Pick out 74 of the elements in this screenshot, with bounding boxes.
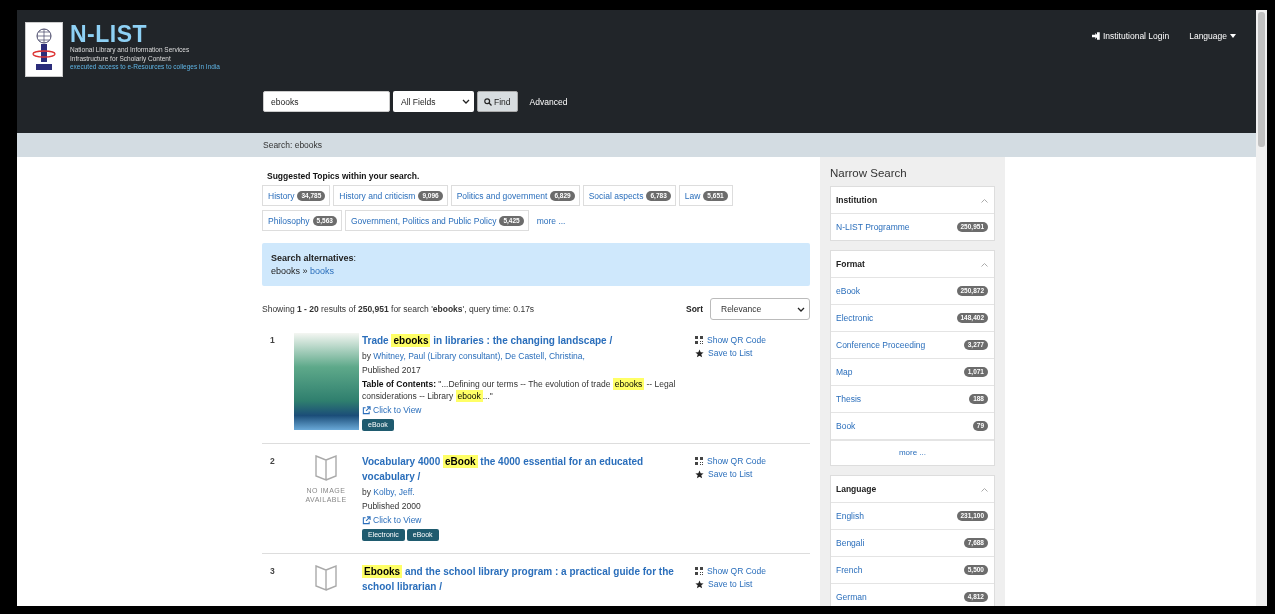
show-qr-code-link[interactable]: Show QR Code	[695, 565, 767, 577]
author-line: by Kolby, Jeff.	[362, 486, 416, 498]
external-link-icon	[362, 405, 371, 415]
caret-up-icon[interactable]	[981, 197, 988, 203]
language-menu[interactable]: Language	[1189, 31, 1236, 41]
star-icon	[695, 579, 704, 589]
site-logo-title: N-LIST	[70, 22, 149, 46]
caret-up-icon[interactable]	[981, 261, 988, 267]
more-link[interactable]: more ...	[831, 440, 994, 465]
save-to-list-link[interactable]: Save to List	[695, 468, 753, 480]
external-link-icon	[362, 515, 371, 525]
result-number: 2	[269, 455, 276, 468]
show-qr-code-link[interactable]: Show QR Code	[695, 455, 767, 467]
facet-link[interactable]: German	[836, 592, 867, 602]
published-year: Published 2000	[362, 500, 422, 512]
facet-title: Format	[836, 259, 865, 269]
search-field[interactable]: ebooks	[263, 91, 390, 112]
result-number: 1	[269, 334, 276, 347]
author-line: by Whitney, Paul (Library consultant), De Castell, Christina,	[362, 350, 586, 362]
no-image-book-icon	[313, 454, 339, 482]
sort-label: Sort	[686, 304, 703, 314]
result-title-link[interactable]: Trade ebooks in libraries : the changing landscape /	[362, 333, 695, 348]
author-link[interactable]: De Castell, Christina,	[505, 351, 585, 361]
chevron-down-icon	[462, 99, 470, 104]
facet-link[interactable]: Book	[836, 421, 856, 431]
search-alternatives-heading: Search alternatives:	[271, 253, 358, 263]
author-link[interactable]: Whitney, Paul (Library consultant),	[373, 351, 503, 361]
facet-link[interactable]: Electronic	[836, 313, 874, 323]
save-to-list-link[interactable]: Save to List	[695, 578, 753, 590]
click-to-view-link[interactable]: Click to View	[362, 404, 422, 416]
qr-code-icon	[695, 336, 703, 344]
facet-link[interactable]: Thesis	[836, 394, 862, 404]
qr-code-icon	[695, 567, 703, 575]
sort-dropdown[interactable]: Relevance	[710, 298, 810, 320]
facet-link[interactable]: eBook	[836, 286, 861, 296]
author-link[interactable]: Kolby, Jeff.	[373, 487, 415, 497]
chevron-down-icon	[797, 306, 805, 312]
published-year: Published 2017	[362, 364, 422, 376]
breadcrumb: Search: ebooks	[263, 140, 323, 150]
result-title-link[interactable]: Vocabulary 4000 eBook the 4000 essential for an educated vocabulary /	[362, 454, 695, 484]
star-icon	[695, 348, 704, 358]
star-icon	[695, 469, 704, 479]
facet-link[interactable]: N-LIST Programme	[836, 222, 910, 232]
sign-in-icon	[1092, 32, 1100, 40]
caret-up-icon[interactable]	[981, 486, 988, 492]
facet-title: Language	[836, 484, 877, 494]
facet-link[interactable]: French	[836, 565, 863, 575]
find-button[interactable]: Find	[477, 91, 518, 112]
original-query: ebooks »	[271, 266, 308, 276]
facet-link[interactable]: Bengali	[836, 538, 865, 548]
suggested-topics-heading: Suggested Topics within your search.	[267, 171, 421, 181]
show-qr-code-link[interactable]: Show QR Code	[695, 334, 767, 346]
search-type-dropdown[interactable]: All Fields	[393, 91, 474, 112]
facet-link[interactable]: Conference Proceeding	[836, 340, 926, 350]
facet-link[interactable]: English	[836, 511, 864, 521]
facet-title: Institution	[836, 195, 878, 205]
save-to-list-link[interactable]: Save to List	[695, 347, 753, 359]
no-image-book-icon	[313, 564, 339, 592]
advanced-search-link[interactable]: Advanced	[529, 96, 568, 107]
alternative-query-link[interactable]: books	[310, 266, 335, 276]
sidebar-heading: Narrow Search	[830, 167, 908, 179]
result-title-link[interactable]: Ebooks and the school library program : a practical guide for the school librarian /	[362, 564, 695, 594]
institutional-login-link[interactable]: Institutional Login	[1092, 31, 1170, 41]
facet-link[interactable]: Map	[836, 367, 853, 377]
search-icon	[484, 97, 492, 106]
click-to-view-link[interactable]: Click to View	[362, 514, 422, 526]
more-topics-link[interactable]: more ...	[536, 215, 566, 226]
result-number: 3	[269, 565, 276, 578]
caret-down-icon	[1230, 34, 1236, 38]
globe-tower-drawing	[31, 26, 57, 73]
results-summary: Showing 1 - 20 results of 250,951 for search 'ebooks', query time: 0.17s	[262, 304, 535, 314]
qr-code-icon	[695, 457, 703, 465]
table-of-contents-text: Table of Contents: "...Defining our terms -- The evolution of trade ebooks -- Legal considerations -- Library ebook ..."	[362, 378, 677, 402]
scrollbar[interactable]	[1256, 10, 1267, 606]
